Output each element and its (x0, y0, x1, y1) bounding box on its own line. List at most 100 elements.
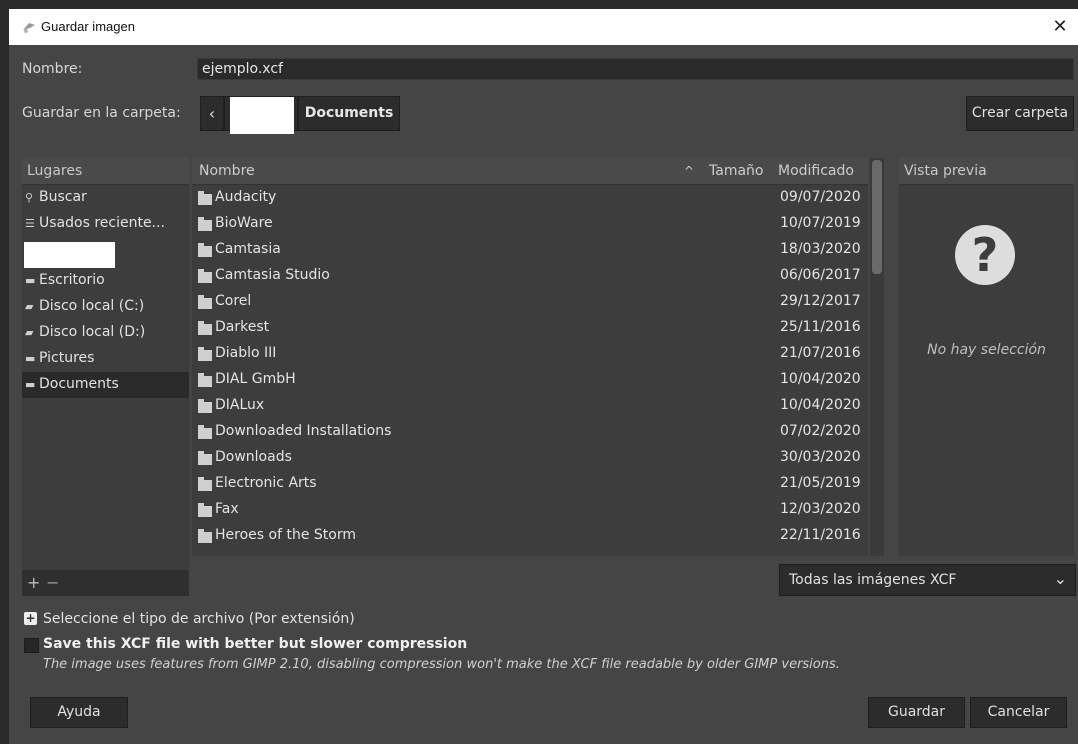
file-modified: 09/07/2020 (780, 189, 861, 205)
file-modified: 10/04/2020 (780, 371, 861, 387)
place-item-documents[interactable]: ▬ Documents (22, 372, 189, 398)
file-modified: 10/04/2020 (780, 397, 861, 413)
folder-icon (198, 347, 212, 361)
folder-icon: ▬ (25, 274, 36, 287)
file-name: Fax (215, 501, 239, 517)
place-label: Escritorio (39, 272, 105, 288)
filename-input[interactable] (197, 58, 1074, 80)
close-button[interactable]: ✕ (1046, 13, 1074, 41)
file-modified: 18/03/2020 (780, 241, 861, 257)
search-icon: ⚲ (25, 191, 34, 204)
cancel-button[interactable]: Cancelar (970, 697, 1067, 728)
preview-panel: Vista previa ? No hay selección (899, 158, 1074, 556)
compression-label[interactable]: Save this XCF file with better but slowe… (43, 636, 467, 652)
file-modified: 07/02/2020 (780, 423, 861, 439)
table-row[interactable]: Diablo III 21/07/2016 (192, 341, 868, 367)
save-folder-label: Guardar en la carpeta: (22, 105, 181, 121)
file-name: Camtasia (215, 241, 281, 257)
file-type-expander[interactable]: + (24, 612, 37, 625)
table-row[interactable]: Camtasia Studio 06/06/2017 (192, 263, 868, 289)
place-item-pictures[interactable]: ▬ Pictures (22, 346, 189, 372)
file-name: Diablo III (215, 345, 277, 361)
file-modified: 25/11/2016 (780, 319, 861, 335)
place-label: Disco local (C:) (39, 298, 145, 314)
file-modified: 21/05/2019 (780, 475, 861, 491)
place-label: Pictures (39, 350, 95, 366)
question-icon: ? (955, 225, 1015, 285)
place-item-search[interactable]: ⚲ Buscar (22, 185, 189, 211)
compression-hint: The image uses features from GIMP 2.10, … (43, 657, 840, 672)
help-button[interactable]: Ayuda (30, 697, 128, 728)
file-modified: 12/03/2020 (780, 501, 861, 517)
recent-icon: ☰ (25, 217, 35, 230)
file-name: Electronic Arts (215, 475, 317, 491)
path-back-button[interactable]: ‹ (200, 96, 224, 131)
places-panel: Lugares ⚲ Buscar ☰ Usados reciente... ▬ Esc… (22, 158, 189, 570)
file-name: DIAL GmbH (215, 371, 296, 387)
create-folder-button[interactable]: Crear carpeta (966, 96, 1074, 131)
file-name: DIALux (215, 397, 265, 413)
redacted-block (230, 97, 294, 134)
file-name: BioWare (215, 215, 273, 231)
table-row[interactable]: Corel 29/12/2017 (192, 289, 868, 315)
column-size[interactable]: Tamaño (709, 163, 763, 179)
compression-checkbox[interactable] (24, 638, 39, 653)
add-place-button[interactable]: + (27, 573, 40, 592)
place-item-drive-d[interactable]: ▰ Disco local (D:) (22, 320, 189, 346)
file-name: Downloaded Installations (215, 423, 392, 439)
table-row[interactable]: Darkest 25/11/2016 (192, 315, 868, 341)
table-row[interactable]: Electronic Arts 21/05/2019 (192, 471, 868, 497)
save-button[interactable]: Guardar (868, 697, 965, 728)
table-row[interactable]: DIALux 10/04/2020 (192, 393, 868, 419)
folder-icon: ▬ (25, 378, 36, 391)
folder-icon (198, 503, 212, 517)
file-name: Downloads (215, 449, 292, 465)
folder-icon (198, 269, 212, 283)
table-row[interactable]: BioWare 10/07/2019 (192, 211, 868, 237)
place-item-recent[interactable]: ☰ Usados reciente... (22, 211, 189, 237)
name-label: Nombre: (22, 61, 83, 77)
places-toolbar: + − (22, 570, 189, 596)
scrollbar-thumb[interactable] (872, 160, 882, 274)
table-row[interactable]: Downloads 30/03/2020 (192, 445, 868, 471)
place-item-redacted[interactable] (24, 242, 115, 268)
gimp-app-icon (23, 23, 35, 33)
place-label: Buscar (39, 189, 87, 205)
folder-icon (198, 529, 212, 543)
chevron-down-icon: ⌄ (1053, 569, 1067, 588)
remove-place-button[interactable]: − (46, 573, 59, 592)
file-modified: 21/07/2016 (780, 345, 861, 361)
folder-icon (198, 295, 212, 309)
table-row[interactable]: Camtasia 18/03/2020 (192, 237, 868, 263)
folder-icon (198, 373, 212, 387)
file-modified: 06/06/2017 (780, 267, 861, 283)
place-item-desktop[interactable]: ▬ Escritorio (22, 268, 189, 294)
column-modified[interactable]: Modificado (778, 163, 854, 179)
place-label: Usados reciente... (39, 215, 165, 231)
file-type-filter-select[interactable]: Todas las imágenes XCF ⌄ (779, 564, 1076, 596)
column-name[interactable]: Nombre (199, 163, 255, 179)
preview-empty-text: No hay selección (927, 342, 1046, 358)
file-modified: 22/11/2016 (780, 527, 861, 543)
path-segment-hidden[interactable] (224, 96, 298, 134)
places-header: Lugares (22, 158, 189, 185)
folder-icon: ▬ (25, 352, 36, 365)
folder-icon (198, 217, 212, 231)
table-row[interactable]: Downloaded Installations 07/02/2020 (192, 419, 868, 445)
table-row[interactable]: DIAL GmbH 10/04/2020 (192, 367, 868, 393)
drive-icon: ▰ (25, 326, 34, 339)
table-row[interactable]: Audacity 09/07/2020 (192, 185, 868, 211)
place-item-drive-c[interactable]: ▰ Disco local (C:) (22, 294, 189, 320)
file-name: Heroes of the Storm (215, 527, 356, 543)
file-type-expander-label[interactable]: Seleccione el tipo de archivo (Por exten… (43, 611, 355, 627)
file-name: Darkest (215, 319, 270, 335)
table-row[interactable]: Fax 12/03/2020 (192, 497, 868, 523)
folder-icon (198, 399, 212, 413)
folder-icon (198, 451, 212, 465)
file-list-header: Nombre ^ Tamaño Modificado (192, 158, 868, 185)
path-segment-current[interactable]: Documents (298, 96, 400, 131)
folder-icon (198, 321, 212, 335)
file-modified: 30/03/2020 (780, 449, 861, 465)
table-row[interactable]: Heroes of the Storm 22/11/2016 (192, 523, 868, 549)
place-label: Disco local (D:) (39, 324, 146, 340)
